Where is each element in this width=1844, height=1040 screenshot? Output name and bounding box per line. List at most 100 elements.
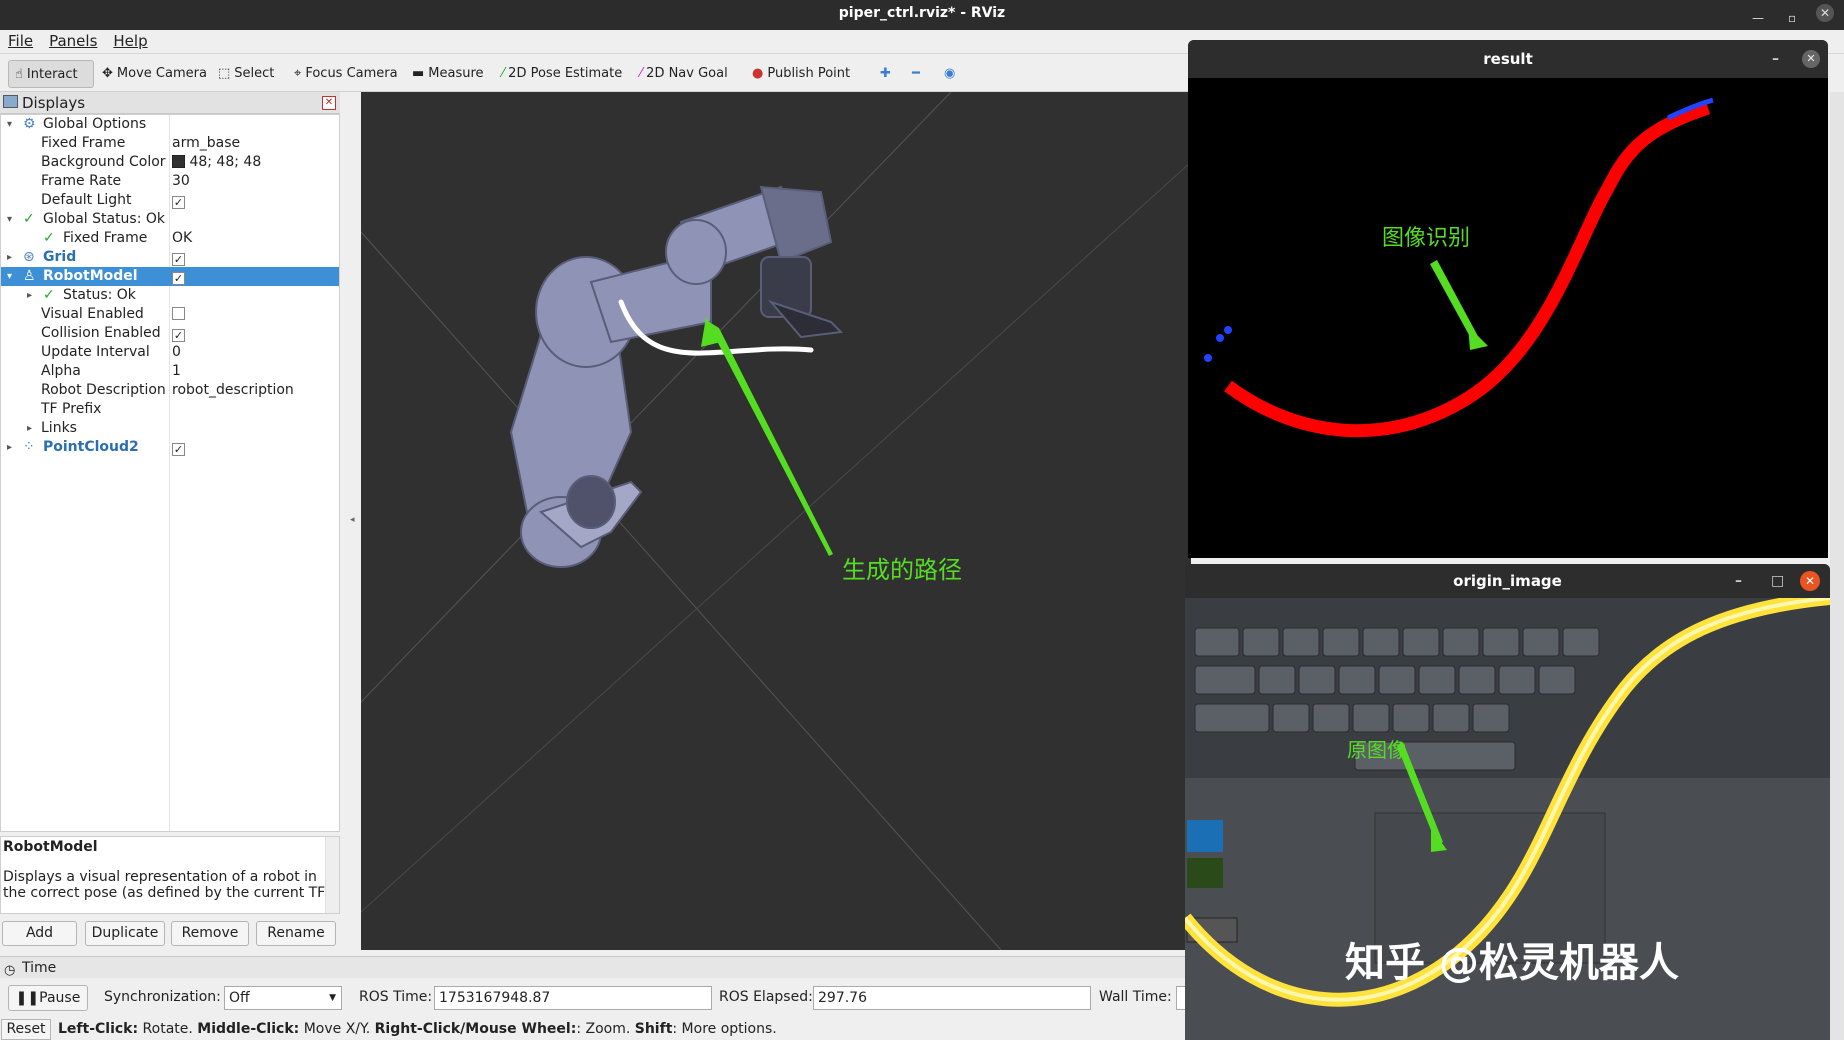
status-bar: Reset Left-Click: Rotate. Middle-Click: … — [0, 1018, 1200, 1040]
maximize-icon[interactable]: □ — [1771, 564, 1784, 598]
pause-icon: ❚❚ — [15, 990, 40, 1006]
result-image — [1204, 97, 1714, 438]
origin-titlebar: origin_image – □ ✕ — [1185, 564, 1830, 598]
window-titlebar: piper_ctrl.rviz* - RViz — ▫ ✕ — [0, 0, 1844, 30]
viewport-scene — [361, 92, 1191, 950]
duplicate-button[interactable]: Duplicate — [85, 921, 165, 946]
color-swatch[interactable] — [172, 155, 185, 168]
minimize-icon[interactable]: – — [1772, 40, 1779, 78]
ros-elapsed-field[interactable]: 297.76 — [813, 986, 1091, 1010]
default-light-checkbox[interactable]: ✓ — [172, 196, 185, 209]
tree-collision-enabled[interactable]: Collision Enabled ✓ — [1, 324, 339, 343]
visual-enabled-checkbox[interactable] — [172, 307, 185, 320]
map-pin-icon: ● — [752, 66, 764, 81]
pointcloud-checkbox[interactable]: ✓ — [172, 443, 185, 456]
close-icon[interactable]: ✕ — [1816, 4, 1834, 22]
description-panel: RobotModel Displays a visual representat… — [0, 836, 340, 914]
add-button[interactable]: Add — [2, 921, 77, 946]
check-icon: ✓ — [43, 230, 55, 246]
status-help: Left-Click: Rotate. Middle-Click: Move X… — [58, 1021, 777, 1037]
select-button[interactable]: ⬚ Select — [212, 60, 280, 88]
grid-icon: ⊛ — [23, 249, 35, 265]
ros-time-field[interactable]: 1753167948.87 — [434, 986, 712, 1010]
hand-icon: ☝ — [15, 67, 23, 82]
description-line: Displays a visual representation of a ro… — [3, 869, 317, 885]
3d-viewport[interactable]: 生成的路径 — [361, 92, 1191, 950]
rename-button[interactable]: Rename — [256, 921, 336, 946]
sync-select[interactable]: Off ▼ — [224, 986, 342, 1010]
tree-frame-rate[interactable]: Frame Rate 30 — [1, 172, 339, 191]
tree-robot-model[interactable]: ▾ ♙ RobotModel ✓ — [1, 267, 339, 286]
move-camera-button[interactable]: ✥ Move Camera — [96, 60, 213, 88]
maximize-icon[interactable]: ▫ — [1788, 5, 1796, 31]
tree-alpha[interactable]: Alpha 1 — [1, 362, 339, 381]
result-titlebar: result – ✕ — [1188, 40, 1828, 78]
watermark: 知乎 @松灵机器人 — [1345, 940, 1679, 986]
right-panel-strip — [1830, 92, 1844, 1040]
description-scrollbar[interactable] — [325, 837, 339, 913]
path-annotation: 生成的路径 — [842, 556, 962, 584]
wall-time-label: Wall Time: — [1099, 989, 1172, 1005]
pause-button[interactable]: ❚❚Pause — [8, 985, 88, 1011]
close-panel-icon[interactable]: ✕ — [322, 96, 336, 110]
nav-goal-button[interactable]: ⁄ 2D Nav Goal — [634, 60, 734, 88]
collision-enabled-checkbox[interactable]: ✓ — [172, 329, 185, 342]
result-window[interactable]: result – ✕ 图像识别 — [1188, 40, 1828, 558]
grid-checkbox[interactable]: ✓ — [172, 253, 185, 266]
displays-tree: ▾ ⚙ Global Options Fixed Frame arm_base Bac… — [0, 114, 340, 832]
publish-point-button[interactable]: ● Publish Point — [746, 60, 856, 88]
window-title: piper_ctrl.rviz* - RViz — [838, 5, 1006, 21]
annotation-arrow — [706, 320, 833, 556]
description-title: RobotModel — [3, 839, 98, 855]
eye-icon[interactable]: ◉ — [938, 60, 961, 88]
tree-grid[interactable]: ▸ ⊛ Grid ✓ — [1, 248, 339, 267]
displays-header: Displays ✕ — [0, 92, 340, 114]
monitor-icon — [3, 95, 18, 108]
tree-rm-status[interactable]: ▸ ✓ Status: Ok — [1, 286, 339, 305]
remove-tool-icon[interactable]: ━ — [906, 60, 926, 88]
tree-tf-prefix[interactable]: TF Prefix — [1, 400, 339, 419]
select-box-icon: ⬚ — [218, 66, 231, 81]
tree-visual-enabled[interactable]: Visual Enabled — [1, 305, 339, 324]
minimize-icon[interactable]: – — [1735, 564, 1742, 598]
robot-icon: ♙ — [23, 268, 36, 284]
tree-pointcloud2[interactable]: ▸ ⁘ PointCloud2 ✓ — [1, 438, 339, 457]
measure-button[interactable]: ▬ Measure — [406, 60, 490, 88]
tree-global-status[interactable]: ▾ ✓ Global Status: Ok — [1, 210, 339, 229]
green-arrow-icon: ⁄ — [502, 66, 505, 81]
check-icon: ✓ — [43, 287, 55, 303]
tree-background-color[interactable]: Background Color 48; 48; 48 — [1, 153, 339, 172]
close-icon[interactable]: ✕ — [1802, 50, 1820, 68]
origin-image-window[interactable]: origin_image – □ ✕ 原图像 知乎 @松灵机器人 — [1185, 564, 1830, 1040]
gear-icon: ⚙ — [23, 116, 36, 132]
close-icon[interactable]: ✕ — [1800, 571, 1820, 591]
pose-estimate-button[interactable]: ⁄ 2D Pose Estimate — [496, 60, 628, 88]
splitter-handle-icon[interactable]: ◂ — [350, 515, 358, 525]
check-icon: ✓ — [23, 211, 35, 227]
tree-links[interactable]: ▸ Links — [1, 419, 339, 438]
tree-global-options[interactable]: ▾ ⚙ Global Options — [1, 115, 339, 134]
time-bar: ❚❚Pause Synchronization: Off ▼ ROS Time: … — [0, 978, 1200, 1018]
pointcloud-icon: ⁘ — [23, 439, 35, 455]
recognition-annotation: 图像识别 — [1382, 226, 1471, 251]
reset-button[interactable]: Reset — [1, 1019, 51, 1040]
move-icon: ✥ — [102, 66, 113, 81]
interact-button[interactable]: ☝ Interact — [8, 60, 94, 88]
remove-button[interactable]: Remove — [171, 921, 249, 946]
menu-panels[interactable]: Panels — [41, 30, 105, 50]
tree-fixed-frame[interactable]: Fixed Frame arm_base — [1, 134, 339, 153]
tree-default-light[interactable]: Default Light ✓ — [1, 191, 339, 210]
tree-gs-fixed-frame[interactable]: ✓ Fixed Frame OK — [1, 229, 339, 248]
menu-help[interactable]: Help — [105, 30, 155, 50]
minimize-icon[interactable]: — — [1752, 5, 1764, 31]
source-annotation: 原图像 — [1347, 738, 1407, 762]
time-header: ◷ Time — [0, 956, 1200, 978]
menu-file[interactable]: File — [0, 30, 41, 50]
crosshair-icon: ⌖ — [294, 66, 302, 81]
toolbar: ☝ Interact ✥ Move Camera ⬚ Select ⌖ Focus Ca… — [0, 54, 1200, 92]
focus-camera-button[interactable]: ⌖ Focus Camera — [288, 60, 404, 88]
add-tool-icon[interactable]: ✚ — [874, 60, 897, 88]
tree-robot-description[interactable]: Robot Description robot_description — [1, 381, 339, 400]
tree-update-interval[interactable]: Update Interval 0 — [1, 343, 339, 362]
robot-model-checkbox[interactable]: ✓ — [172, 272, 185, 285]
